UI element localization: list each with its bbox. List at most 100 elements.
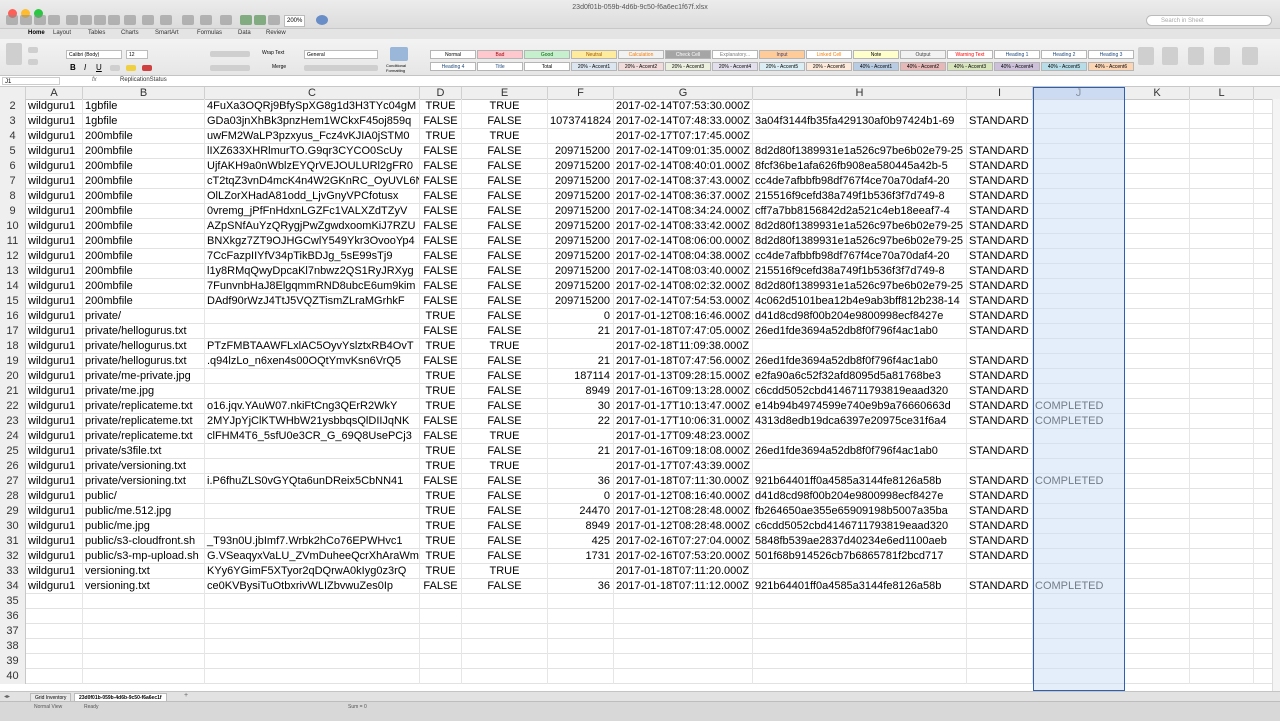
cell-c[interactable]: KYy6YGimF5XTyor2qDQrwA0kIyg0z3rQ [205, 564, 420, 579]
cell-a[interactable]: wildguru1 [26, 399, 83, 414]
cell-l[interactable] [1190, 579, 1254, 594]
cell-e[interactable]: FALSE [462, 114, 548, 129]
cell-g[interactable] [614, 609, 753, 624]
cell-k[interactable] [1125, 114, 1190, 129]
row-header[interactable]: 17 [0, 324, 26, 339]
cell-j[interactable] [1033, 219, 1125, 234]
cell-e[interactable]: FALSE [462, 159, 548, 174]
underline-button[interactable]: U [96, 63, 102, 72]
cell-e[interactable]: FALSE [462, 219, 548, 234]
cell-c[interactable]: o16.jqv.YAuW07.nkiFtCng3QErR2WkY [205, 399, 420, 414]
cell-b[interactable]: 200mbfile [83, 189, 205, 204]
cell-b[interactable]: 200mbfile [83, 129, 205, 144]
cell-l[interactable] [1190, 549, 1254, 564]
column-header-e[interactable]: E [462, 87, 548, 99]
cell-g[interactable] [614, 654, 753, 669]
cell-i[interactable] [967, 594, 1033, 609]
cell-k[interactable] [1125, 279, 1190, 294]
cell-l[interactable] [1190, 324, 1254, 339]
cell-d[interactable]: FALSE [420, 474, 462, 489]
borders-button[interactable] [110, 65, 120, 71]
cell-j[interactable]: COMPLETED [1033, 474, 1125, 489]
cell-j[interactable] [1033, 519, 1125, 534]
cell-g[interactable]: 2017-02-14T09:01:35.000Z [614, 144, 753, 159]
cell-g[interactable] [614, 639, 753, 654]
cell-g[interactable]: 2017-02-16T07:27:04.000Z [614, 534, 753, 549]
cell-c[interactable]: 7CcFazpIIYfV34pTikBDJg_5sE99sTj9 [205, 249, 420, 264]
conditional-formatting-icon[interactable] [390, 47, 408, 61]
cell-i[interactable] [967, 639, 1033, 654]
cell-g[interactable]: 2017-02-14T07:48:33.000Z [614, 114, 753, 129]
cell-j[interactable] [1033, 189, 1125, 204]
cell-i[interactable]: STANDARD [967, 264, 1033, 279]
cell-c[interactable]: BNXkgz7ZT9OJHGCwlY549Ykr3OvooYp4 [205, 234, 420, 249]
cell-f[interactable]: 209715200 [548, 204, 614, 219]
cell-d[interactable]: TRUE [420, 339, 462, 354]
cell-e[interactable]: FALSE [462, 489, 548, 504]
cell-j[interactable] [1033, 279, 1125, 294]
cell-d[interactable] [420, 669, 462, 684]
paste-button[interactable] [6, 43, 22, 65]
cell-e[interactable]: FALSE [462, 504, 548, 519]
cell-k[interactable] [1125, 504, 1190, 519]
cell-h[interactable]: cff7a7bb8156842d2a521c4eb18eeaf7-4 [753, 204, 967, 219]
cell-g[interactable]: 2017-01-17T07:43:39.000Z [614, 459, 753, 474]
column-header-d[interactable]: D [420, 87, 462, 99]
cell-j[interactable] [1033, 264, 1125, 279]
cell-h[interactable]: c6cdd5052cbd4146711793819eaad320 [753, 384, 967, 399]
cell-e[interactable] [462, 624, 548, 639]
cell-h[interactable]: fb264650ae355e65909198b5007a35ba [753, 504, 967, 519]
cell-c[interactable] [205, 459, 420, 474]
cell-b[interactable] [83, 594, 205, 609]
column-header-j[interactable]: J [1033, 87, 1125, 99]
row-header[interactable]: 10 [0, 219, 26, 234]
row-header[interactable]: 30 [0, 519, 26, 534]
format-cells-button[interactable] [1188, 47, 1204, 65]
cell-l[interactable] [1190, 264, 1254, 279]
cell-j[interactable] [1033, 234, 1125, 249]
cell-e[interactable]: FALSE [462, 309, 548, 324]
cell-d[interactable]: TRUE [420, 564, 462, 579]
column-header-h[interactable]: H [753, 87, 967, 99]
cell-a[interactable]: wildguru1 [26, 234, 83, 249]
cell-d[interactable] [420, 639, 462, 654]
cell-e[interactable]: FALSE [462, 144, 548, 159]
merge-button[interactable]: Merge [272, 64, 286, 70]
delete-cells-button[interactable] [1162, 47, 1178, 65]
row-header[interactable]: 23 [0, 414, 26, 429]
cell-k[interactable] [1125, 414, 1190, 429]
cell-style-swatch[interactable]: 40% - Accent4 [994, 62, 1040, 71]
fill-color-button[interactable] [126, 65, 136, 71]
cell-style-swatch[interactable]: Warning Text [947, 50, 993, 59]
cell-a[interactable]: wildguru1 [26, 549, 83, 564]
cell-h[interactable] [753, 624, 967, 639]
cell-i[interactable]: STANDARD [967, 249, 1033, 264]
cell-a[interactable]: wildguru1 [26, 219, 83, 234]
cell-d[interactable]: FALSE [420, 264, 462, 279]
cell-i[interactable]: STANDARD [967, 474, 1033, 489]
cell-c[interactable] [205, 489, 420, 504]
cell-f[interactable]: 209715200 [548, 264, 614, 279]
cell-l[interactable] [1190, 639, 1254, 654]
column-header-k[interactable]: K [1125, 87, 1190, 99]
cell-f[interactable]: 209715200 [548, 249, 614, 264]
cell-h[interactable]: 501f68b914526cb7b6865781f2bcd717 [753, 549, 967, 564]
cell-f[interactable]: 21 [548, 324, 614, 339]
cell-e[interactable]: FALSE [462, 324, 548, 339]
toolbox-icon[interactable] [240, 15, 252, 25]
cell-a[interactable]: wildguru1 [26, 474, 83, 489]
cell-c[interactable]: 2MYJpYjClKTWHbW21ysbbqsQlDIIJqNK [205, 414, 420, 429]
sheet-nav-icon[interactable]: ◂▸ [4, 693, 10, 700]
cell-a[interactable] [26, 609, 83, 624]
cell-a[interactable]: wildguru1 [26, 579, 83, 594]
cell-f[interactable]: 209715200 [548, 144, 614, 159]
cell-k[interactable] [1125, 579, 1190, 594]
cell-h[interactable]: 26ed1fde3694a52db8f0f796f4ac1ab0 [753, 354, 967, 369]
cell-a[interactable]: wildguru1 [26, 204, 83, 219]
cell-h[interactable]: d41d8cd98f00b204e9800998ecf8427e [753, 309, 967, 324]
row-header[interactable]: 3 [0, 114, 26, 129]
cell-l[interactable] [1190, 474, 1254, 489]
cell-j[interactable] [1033, 564, 1125, 579]
cell-h[interactable]: 26ed1fde3694a52db8f0f796f4ac1ab0 [753, 324, 967, 339]
cell-d[interactable] [420, 624, 462, 639]
